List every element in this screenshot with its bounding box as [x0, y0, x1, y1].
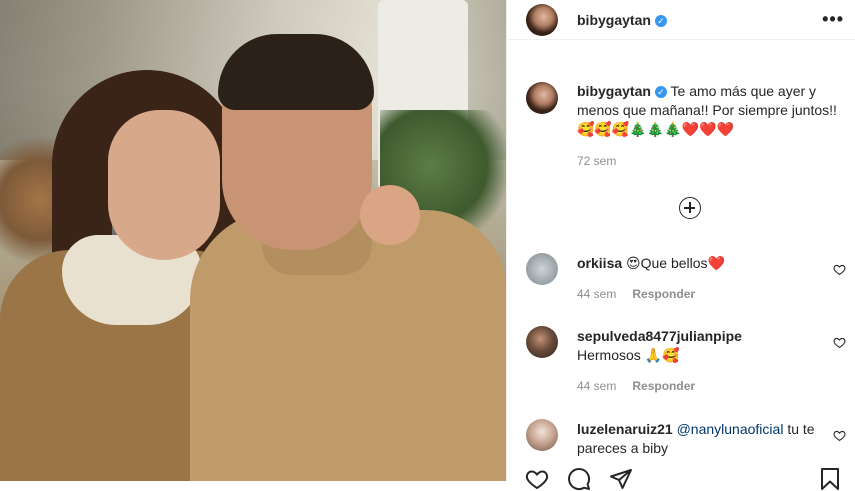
caption-timestamp[interactable]: 72 sem — [577, 154, 616, 168]
post-action-bar — [507, 463, 855, 491]
reply-button[interactable]: Responder — [632, 379, 695, 393]
comment-avatar[interactable] — [526, 253, 558, 285]
heart-outline-icon[interactable] — [833, 263, 846, 276]
heart-icon[interactable] — [524, 467, 550, 491]
author-username-link[interactable]: bibygaytan ✓ — [577, 12, 667, 28]
verified-badge-icon: ✓ — [654, 15, 667, 27]
comment-body: sepulveda8477julianpipe Hermosos 🙏🥰 — [577, 327, 829, 365]
comment-icon[interactable] — [566, 467, 592, 491]
verified-badge-icon: ✓ — [654, 86, 667, 98]
comment-time[interactable]: 44 sem — [577, 379, 616, 393]
photo-woman-face — [108, 110, 220, 260]
comment-time[interactable]: 44 sem — [577, 287, 616, 301]
comment-body: orkiisa 😍Que bellos❤️ — [577, 254, 829, 273]
heart-outline-icon[interactable] — [833, 429, 846, 442]
bookmark-icon[interactable] — [818, 467, 842, 491]
comment-username[interactable]: orkiisa — [577, 255, 622, 271]
heart-outline-icon[interactable] — [833, 336, 846, 349]
caption-text-block: bibygaytan ✓ Te amo más que ayer y menos … — [577, 82, 839, 139]
photo-man-hair — [218, 34, 374, 110]
comment-avatar[interactable] — [526, 419, 558, 451]
comment-username[interactable]: sepulveda8477julianpipe — [577, 328, 742, 344]
reply-button[interactable]: Responder — [632, 287, 695, 301]
comment-avatar[interactable] — [526, 326, 558, 358]
comment-actions: 44 sem Responder — [577, 379, 695, 393]
post-header: bibygaytan ✓ ••• — [507, 0, 855, 40]
author-avatar[interactable] — [526, 4, 558, 36]
post-side-panel: bibygaytan ✓ ••• bibygaytan ✓ Te amo más q… — [506, 0, 855, 491]
photo-hand-on-shoulder — [360, 185, 420, 245]
author-username[interactable]: bibygaytan — [577, 12, 651, 28]
send-icon[interactable] — [608, 467, 634, 491]
load-more-comments-button[interactable] — [679, 197, 701, 219]
comment-body: luzelenaruiz21 @nanylunaoficial tu te pa… — [577, 420, 829, 458]
comment-text: 😍Que bellos❤️ — [626, 255, 725, 271]
comment-actions: 44 sem Responder — [577, 287, 695, 301]
caption-author-username[interactable]: bibygaytan — [577, 83, 651, 99]
more-options-icon[interactable]: ••• — [822, 9, 844, 30]
comment-text: Hermosos 🙏🥰 — [577, 347, 680, 363]
comment-username[interactable]: luzelenaruiz21 — [577, 421, 673, 437]
comment-mention-link[interactable]: @nanylunaoficial — [677, 421, 784, 437]
post-photo[interactable] — [0, 0, 506, 481]
caption-author-avatar[interactable] — [526, 82, 558, 114]
